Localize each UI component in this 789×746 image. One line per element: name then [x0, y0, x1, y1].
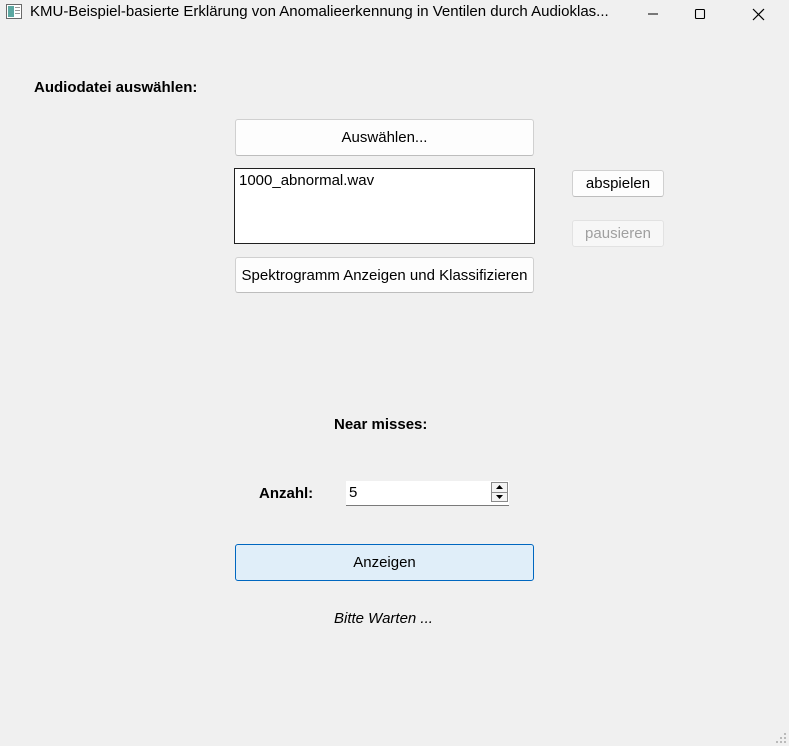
window-title: KMU-Beispiel-basierte Erklärung von Anom…	[30, 3, 609, 20]
minimize-button[interactable]	[630, 0, 676, 28]
arrow-down-icon	[496, 494, 503, 499]
spin-up-button[interactable]	[491, 482, 508, 493]
close-button[interactable]	[735, 0, 781, 28]
file-list[interactable]: 1000_abnormal.wav	[234, 168, 535, 244]
minimize-icon	[648, 13, 658, 15]
title-bar[interactable]: KMU-Beispiel-basierte Erklärung von Anom…	[0, 0, 789, 28]
spin-down-button[interactable]	[491, 492, 508, 502]
count-label: Anzahl:	[259, 485, 314, 502]
maximize-button[interactable]	[677, 0, 723, 28]
count-spinbox[interactable]: 5	[346, 481, 509, 506]
pause-button: pausieren	[572, 220, 664, 247]
arrow-up-icon	[496, 485, 503, 490]
near-misses-heading: Near misses:	[334, 416, 428, 433]
file-list-item[interactable]: 1000_abnormal.wav	[239, 172, 374, 189]
play-button[interactable]: abspielen	[572, 170, 664, 197]
status-text: Bitte Warten ...	[334, 610, 433, 627]
select-file-button[interactable]: Auswählen...	[235, 119, 534, 156]
close-icon	[752, 8, 764, 20]
spectrogram-classify-button[interactable]: Spektrogramm Anzeigen und Klassifizieren	[235, 257, 534, 293]
app-window-icon	[6, 4, 22, 19]
spin-buttons	[491, 482, 508, 502]
resize-grip-icon[interactable]	[775, 732, 787, 744]
audio-select-label: Audiodatei auswählen:	[34, 79, 198, 96]
app-window: KMU-Beispiel-basierte Erklärung von Anom…	[0, 0, 789, 746]
count-value[interactable]: 5	[349, 484, 357, 501]
maximize-icon	[694, 8, 706, 20]
show-near-misses-button[interactable]: Anzeigen	[235, 544, 534, 581]
